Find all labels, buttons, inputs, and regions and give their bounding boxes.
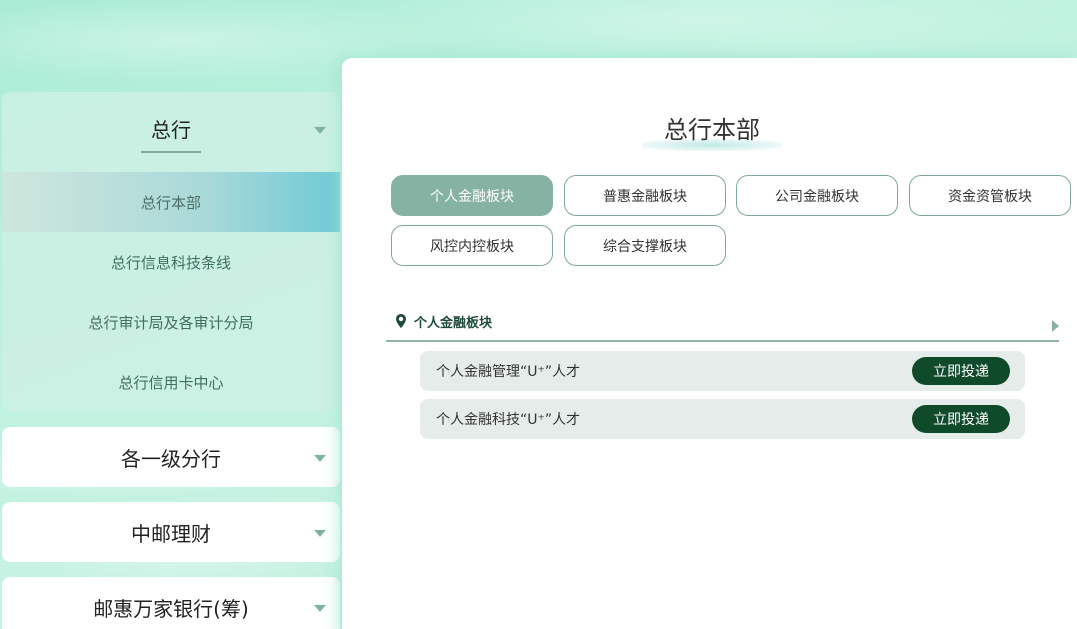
page-title: 总行本部 <box>642 110 782 151</box>
page-title-wrapper: 总行本部 <box>342 110 1077 151</box>
tab-corporate-finance[interactable]: 公司金融板块 <box>736 175 898 216</box>
section-header: 个人金融板块 <box>386 306 1059 342</box>
map-pin-icon <box>396 314 406 328</box>
sidebar-group-branches[interactable]: 各一级分行 <box>2 427 340 487</box>
list-item: 个人金融管理“U⁺”人才 立即投递 <box>420 351 1025 391</box>
chevron-right-icon[interactable] <box>1052 320 1059 332</box>
sidebar-group-title: 中邮理财 <box>131 521 211 546</box>
job-name[interactable]: 个人金融管理“U⁺”人才 <box>436 361 580 381</box>
job-name[interactable]: 个人金融科技“U⁺”人才 <box>436 409 580 429</box>
sidebar-item-credit-card-center[interactable]: 总行信用卡中心 <box>2 352 340 412</box>
chevron-down-icon <box>314 529 326 537</box>
apply-button[interactable]: 立即投递 <box>912 357 1010 385</box>
sidebar-group-youhui-bank[interactable]: 邮惠万家银行(筹) <box>2 577 340 629</box>
job-list: 个人金融管理“U⁺”人才 立即投递 个人金融科技“U⁺”人才 立即投递 <box>420 351 1025 447</box>
sidebar-group-title: 邮惠万家银行(筹) <box>93 596 249 621</box>
list-item: 个人金融科技“U⁺”人才 立即投递 <box>420 399 1025 439</box>
tab-treasury-asset-mgmt[interactable]: 资金资管板块 <box>909 175 1071 216</box>
chevron-down-icon <box>314 126 326 134</box>
main-panel: 总行本部 个人金融板块 普惠金融板块 公司金融板块 资金资管板块 风控内控板块 … <box>342 58 1077 629</box>
sidebar-group-header[interactable]: 总行 <box>2 92 340 166</box>
page-title-text: 总行本部 <box>664 116 760 144</box>
chevron-down-icon <box>314 604 326 612</box>
apply-button[interactable]: 立即投递 <box>912 405 1010 433</box>
chevron-down-icon <box>314 454 326 462</box>
sidebar-group-title: 总行 <box>141 114 201 153</box>
tab-risk-control[interactable]: 风控内控板块 <box>391 225 553 266</box>
sidebar-group-wealth-management[interactable]: 中邮理财 <box>2 502 340 562</box>
sidebar-item-headquarters-dept[interactable]: 总行本部 <box>2 172 340 232</box>
sidebar-item-audit-bureau[interactable]: 总行审计局及各审计分局 <box>2 292 340 352</box>
sidebar: 总行 总行本部 总行信息科技条线 总行审计局及各审计分局 总行信用卡中心 各一级… <box>2 92 340 629</box>
section-title: 个人金融板块 <box>414 316 493 331</box>
tab-comprehensive-support[interactable]: 综合支撑板块 <box>564 225 726 266</box>
sidebar-group-title: 各一级分行 <box>121 446 221 471</box>
tab-personal-finance[interactable]: 个人金融板块 <box>391 175 553 216</box>
tab-inclusive-finance[interactable]: 普惠金融板块 <box>564 175 726 216</box>
sidebar-item-it-line[interactable]: 总行信息科技条线 <box>2 232 340 292</box>
sidebar-group-headquarters: 总行 总行本部 总行信息科技条线 总行审计局及各审计分局 总行信用卡中心 <box>2 92 340 412</box>
